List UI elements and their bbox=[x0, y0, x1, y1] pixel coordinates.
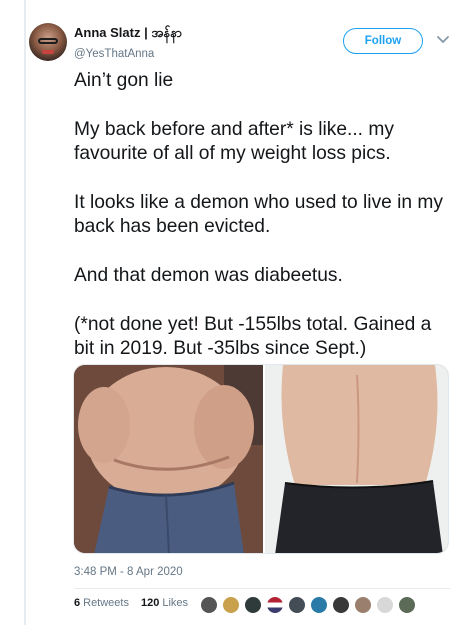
tweet-card: Anna Slatz | အန်နာ @YesThatAnna Follow A… bbox=[0, 0, 475, 625]
liker-avatar[interactable] bbox=[354, 596, 372, 614]
liker-avatar[interactable] bbox=[200, 596, 218, 614]
likes-count: 120 bbox=[140, 597, 160, 609]
liker-avatars bbox=[200, 596, 420, 614]
liker-avatar[interactable] bbox=[222, 596, 240, 614]
tweet-paragraph: My back before and after* is like... my … bbox=[74, 118, 394, 165]
tweet-text: Ain’t gon lie My back before and after* … bbox=[74, 69, 449, 362]
follow-button[interactable]: Follow bbox=[343, 28, 423, 54]
tweet-paragraph: And that demon was diabeetus. bbox=[74, 265, 343, 287]
liker-avatar[interactable] bbox=[376, 596, 394, 614]
avatar-mouth bbox=[42, 50, 54, 54]
retweets-count: 6 bbox=[74, 597, 81, 609]
user-handle[interactable]: @YesThatAnna bbox=[74, 48, 182, 60]
retweets-label: Retweets bbox=[83, 597, 129, 609]
before-photo[interactable] bbox=[74, 365, 263, 553]
chevron-down-icon[interactable] bbox=[436, 35, 450, 45]
tweet-paragraph: It looks like a demon who used to live i… bbox=[74, 192, 444, 238]
likes-label: Likes bbox=[162, 597, 189, 609]
after-photo[interactable] bbox=[265, 365, 448, 553]
author-info[interactable]: Anna Slatz | အန်နာ @YesThatAnna bbox=[74, 25, 182, 60]
liker-avatar[interactable] bbox=[398, 596, 416, 614]
engagement-stats: 6 Retweets 120 Likes bbox=[74, 597, 200, 609]
liker-avatar[interactable] bbox=[310, 596, 328, 614]
likes-stat[interactable]: 120 Likes bbox=[141, 597, 188, 609]
liker-avatar[interactable] bbox=[288, 596, 306, 614]
liker-avatar[interactable] bbox=[332, 596, 350, 614]
tweet-paragraph: Ain’t gon lie bbox=[74, 70, 174, 91]
before-photo-illustration bbox=[74, 365, 263, 553]
retweets-stat[interactable]: 6 Retweets bbox=[74, 597, 129, 609]
thread-line bbox=[24, 0, 26, 625]
display-name[interactable]: Anna Slatz | အန်နာ bbox=[74, 25, 182, 44]
avatar-glasses bbox=[38, 38, 58, 44]
after-photo-illustration bbox=[265, 365, 448, 553]
tweet-timestamp[interactable]: 3:48 PM - 8 Apr 2020 bbox=[74, 566, 183, 578]
avatar[interactable] bbox=[29, 23, 67, 61]
liker-avatar[interactable] bbox=[244, 596, 262, 614]
media-gallery bbox=[73, 364, 449, 554]
liker-avatar[interactable] bbox=[266, 596, 284, 614]
divider bbox=[74, 588, 450, 589]
tweet-paragraph: (*not done yet! But -155lbs total. Gaine… bbox=[74, 314, 432, 360]
